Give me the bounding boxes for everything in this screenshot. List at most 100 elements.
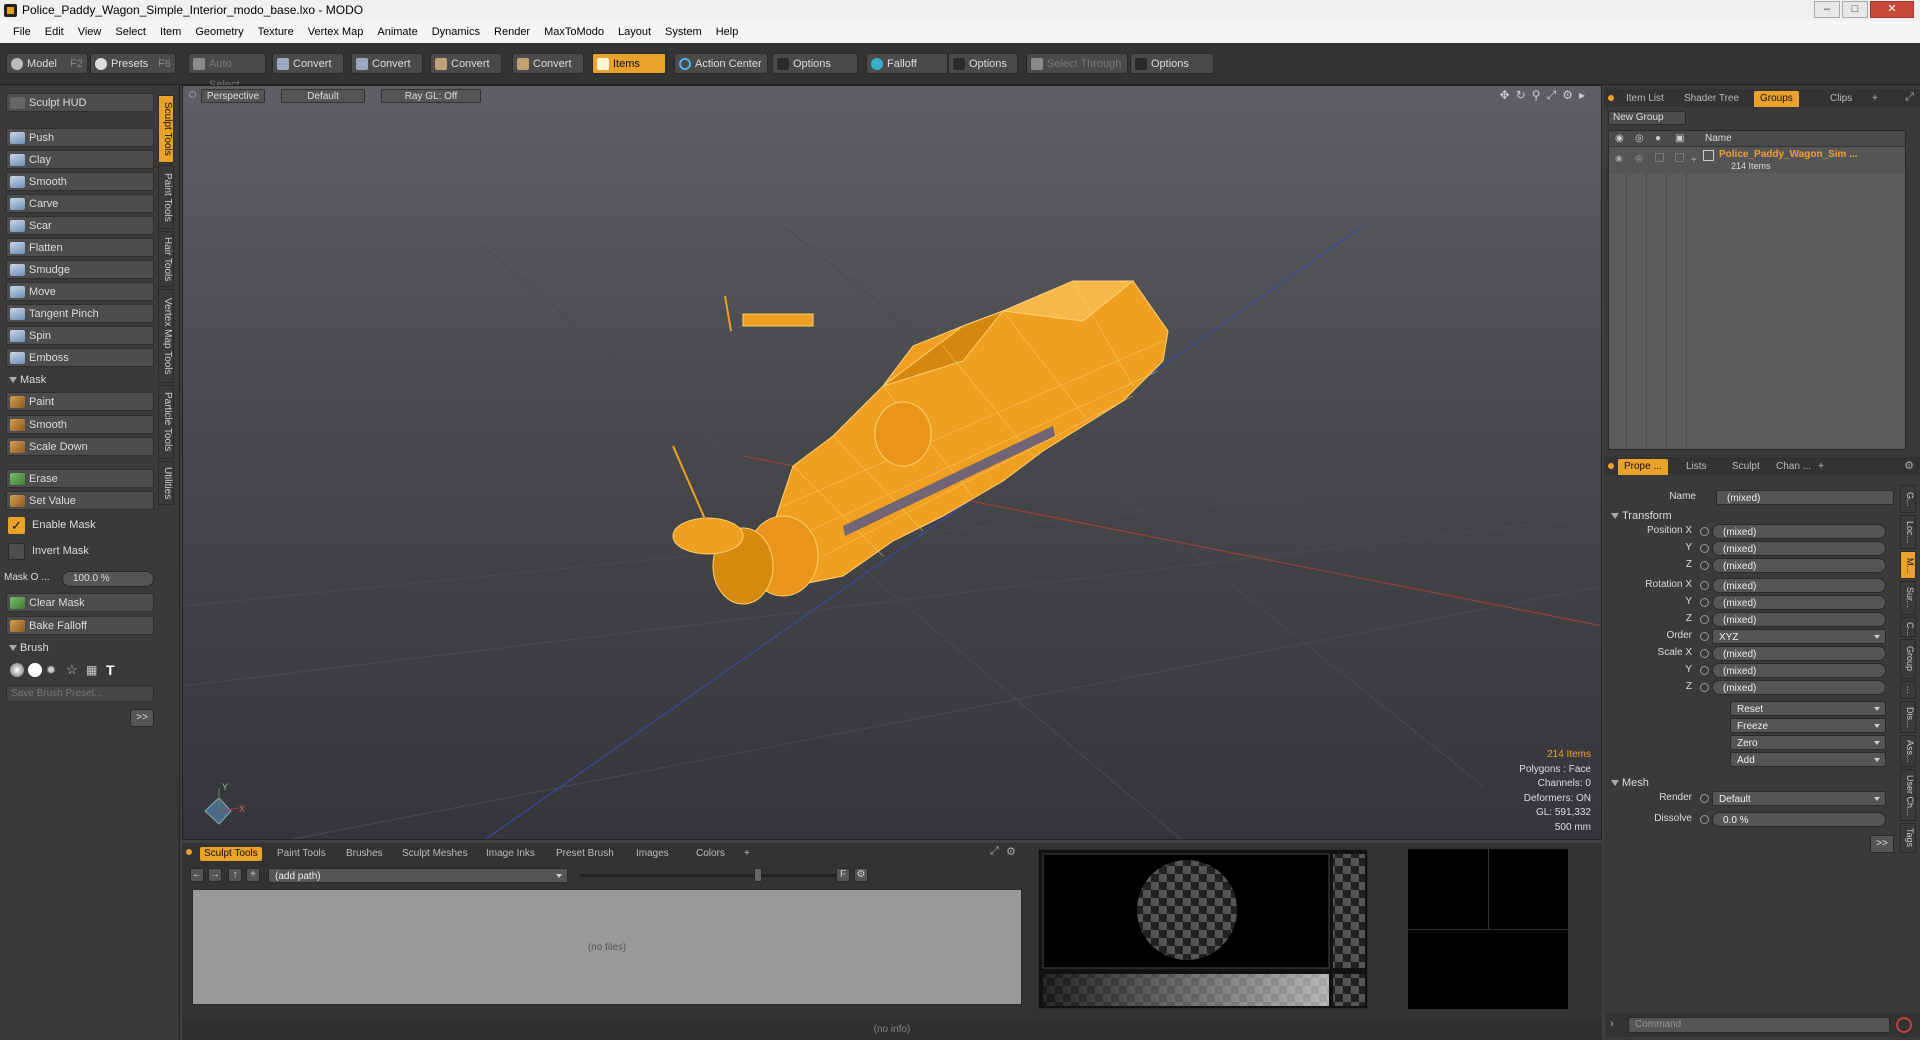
tab-paint-tools-bottom[interactable]: Paint Tools bbox=[277, 847, 326, 861]
menu-file[interactable]: File bbox=[6, 26, 38, 38]
mask-paint-button[interactable]: Paint bbox=[6, 392, 154, 411]
menu-render[interactable]: Render bbox=[487, 26, 537, 38]
animate-dot-icon[interactable] bbox=[1700, 581, 1709, 590]
render-dropdown[interactable]: Default bbox=[1712, 791, 1886, 806]
select-through-button[interactable]: Select Through bbox=[1026, 53, 1128, 74]
panel-menu-icon[interactable] bbox=[186, 849, 192, 855]
tab-add-bottom[interactable]: + bbox=[744, 847, 750, 861]
tab-paint-tools[interactable]: Paint Tools bbox=[158, 165, 174, 229]
clear-mask-button[interactable]: Clear Mask bbox=[6, 593, 154, 612]
action-center-options-button[interactable]: Options bbox=[772, 53, 858, 74]
tool-push-button[interactable]: Push bbox=[6, 128, 154, 147]
tab-colors[interactable]: Colors bbox=[696, 847, 725, 861]
tool-emboss-button[interactable]: Emboss bbox=[6, 348, 154, 367]
tab-images[interactable]: Images bbox=[636, 847, 669, 861]
tab-sculpt-meshes[interactable]: Sculpt Meshes bbox=[402, 847, 468, 861]
tool-spin-button[interactable]: Spin bbox=[6, 326, 154, 345]
police-wagon-model[interactable] bbox=[672, 280, 1169, 605]
tab-particle-tools[interactable]: Particle Tools bbox=[158, 385, 174, 459]
order-dropdown[interactable]: XYZ bbox=[1712, 629, 1886, 644]
sculpt-hud-button[interactable]: Sculpt HUD bbox=[6, 93, 154, 112]
move-icon[interactable]: ✥ bbox=[1500, 88, 1510, 103]
action-center-button[interactable]: Action Center bbox=[674, 53, 768, 74]
transform-section-header[interactable]: Transform bbox=[1608, 507, 1756, 525]
rotate-icon[interactable]: ↻ bbox=[1516, 88, 1526, 103]
enable-mask-checkbox[interactable]: ✓ bbox=[8, 517, 25, 534]
tool-flatten-button[interactable]: Flatten bbox=[6, 238, 154, 257]
settings-icon[interactable]: ⚙ bbox=[1904, 459, 1914, 472]
tab-properties[interactable]: Prope ... bbox=[1618, 459, 1668, 475]
tool-clay-button[interactable]: Clay bbox=[6, 150, 154, 169]
ray-gl-tab[interactable]: Ray GL: Off bbox=[381, 89, 481, 103]
side-tab-user-channels[interactable]: User Ch... bbox=[1900, 769, 1916, 821]
tab-channels[interactable]: Chan ... bbox=[1770, 459, 1817, 475]
minimize-button[interactable]: – bbox=[1814, 1, 1840, 18]
zero-dropdown[interactable]: Zero bbox=[1730, 735, 1886, 750]
side-tab-mesh[interactable]: M... bbox=[1900, 551, 1916, 579]
animate-dot-icon[interactable] bbox=[1700, 527, 1709, 536]
hard-brush-icon[interactable] bbox=[28, 663, 42, 677]
invert-mask-checkbox[interactable] bbox=[8, 543, 25, 560]
menu-view[interactable]: View bbox=[71, 26, 109, 38]
side-tab-tags[interactable]: Tags bbox=[1900, 823, 1916, 853]
menu-edit[interactable]: Edit bbox=[38, 26, 71, 38]
mask-smooth-button[interactable]: Smooth bbox=[6, 415, 154, 434]
animate-dot-icon[interactable] bbox=[1700, 666, 1709, 675]
settings-icon[interactable]: ⚙ bbox=[854, 868, 868, 882]
lock-icon[interactable]: ● bbox=[1655, 133, 1661, 144]
bake-falloff-button[interactable]: Bake Falloff bbox=[6, 616, 154, 635]
dissolve-field[interactable]: 0.0 % bbox=[1712, 812, 1886, 827]
forward-arrow-icon[interactable]: → bbox=[208, 868, 222, 882]
render-icon[interactable]: ◎ bbox=[1635, 133, 1644, 144]
tab-image-inks[interactable]: Image Inks bbox=[486, 847, 535, 861]
menu-animate[interactable]: Animate bbox=[370, 26, 424, 38]
scale-y-field[interactable]: (mixed) bbox=[1712, 663, 1886, 678]
position-x-field[interactable]: (mixed) bbox=[1712, 524, 1886, 539]
zoom-icon[interactable]: ⚲ bbox=[1532, 88, 1541, 103]
convert-edges-button[interactable]: Convert bbox=[351, 53, 423, 74]
side-tab-locator[interactable]: Loc... bbox=[1900, 515, 1916, 549]
tab-preset-brush[interactable]: Preset Brush bbox=[556, 847, 614, 861]
add-path-icon[interactable]: + bbox=[246, 868, 260, 882]
model-mode-button[interactable]: Model F2 bbox=[6, 53, 88, 74]
animate-dot-icon[interactable] bbox=[1700, 683, 1709, 692]
brush-section-header[interactable]: Brush bbox=[6, 639, 154, 657]
freeze-dropdown[interactable]: Freeze bbox=[1730, 718, 1886, 733]
record-icon[interactable] bbox=[1896, 1017, 1912, 1033]
up-folder-icon[interactable]: ↑ bbox=[228, 868, 242, 882]
animate-dot-icon[interactable] bbox=[1700, 615, 1709, 624]
select-toggle[interactable] bbox=[1675, 153, 1684, 162]
animate-dot-icon[interactable] bbox=[1700, 544, 1709, 553]
animate-dot-icon[interactable] bbox=[1700, 794, 1709, 803]
view-style-tab[interactable]: Default bbox=[281, 89, 365, 103]
view-perspective-tab[interactable]: Perspective bbox=[201, 89, 265, 103]
expand-more-button[interactable]: >> bbox=[130, 709, 154, 727]
position-y-field[interactable]: (mixed) bbox=[1712, 541, 1886, 556]
side-tab-more[interactable]: ... bbox=[1900, 681, 1916, 699]
convert-polygons-button[interactable]: Convert bbox=[430, 53, 502, 74]
splat-brush-icon[interactable]: ✹ bbox=[46, 663, 62, 677]
expand-plus-icon[interactable]: + bbox=[1691, 155, 1697, 166]
soft-brush-icon[interactable] bbox=[10, 663, 24, 677]
menu-geometry[interactable]: Geometry bbox=[188, 26, 250, 38]
panel-menu-icon[interactable] bbox=[1608, 95, 1614, 101]
tab-utilities[interactable]: Utilities bbox=[158, 461, 174, 505]
animate-dot-icon[interactable] bbox=[1700, 632, 1709, 641]
rotation-x-field[interactable]: (mixed) bbox=[1712, 578, 1886, 593]
tool-smooth-button[interactable]: Smooth bbox=[6, 172, 154, 191]
side-tab-general[interactable]: G... bbox=[1900, 485, 1916, 513]
menu-layout[interactable]: Layout bbox=[611, 26, 658, 38]
menu-help[interactable]: Help bbox=[709, 26, 746, 38]
tab-clips[interactable]: Clips bbox=[1824, 91, 1858, 107]
animate-dot-icon[interactable] bbox=[1700, 649, 1709, 658]
tool-smudge-button[interactable]: Smudge bbox=[6, 260, 154, 279]
tab-item-list[interactable]: Item List bbox=[1620, 91, 1670, 107]
thumbnail-size-slider[interactable] bbox=[580, 874, 842, 877]
lock-toggle[interactable] bbox=[1655, 153, 1664, 162]
menu-maxtomodo[interactable]: MaxToModo bbox=[537, 26, 611, 38]
3d-viewport[interactable]: Y X Perspective Default Ray GL: Off ✥ ↻ … bbox=[182, 85, 1602, 840]
name-field[interactable]: (mixed) bbox=[1716, 490, 1894, 505]
side-tab-group[interactable]: Group bbox=[1900, 639, 1916, 679]
tab-lists[interactable]: Lists bbox=[1680, 459, 1713, 475]
expand-panel-icon[interactable]: ⤢ bbox=[1905, 91, 1914, 104]
